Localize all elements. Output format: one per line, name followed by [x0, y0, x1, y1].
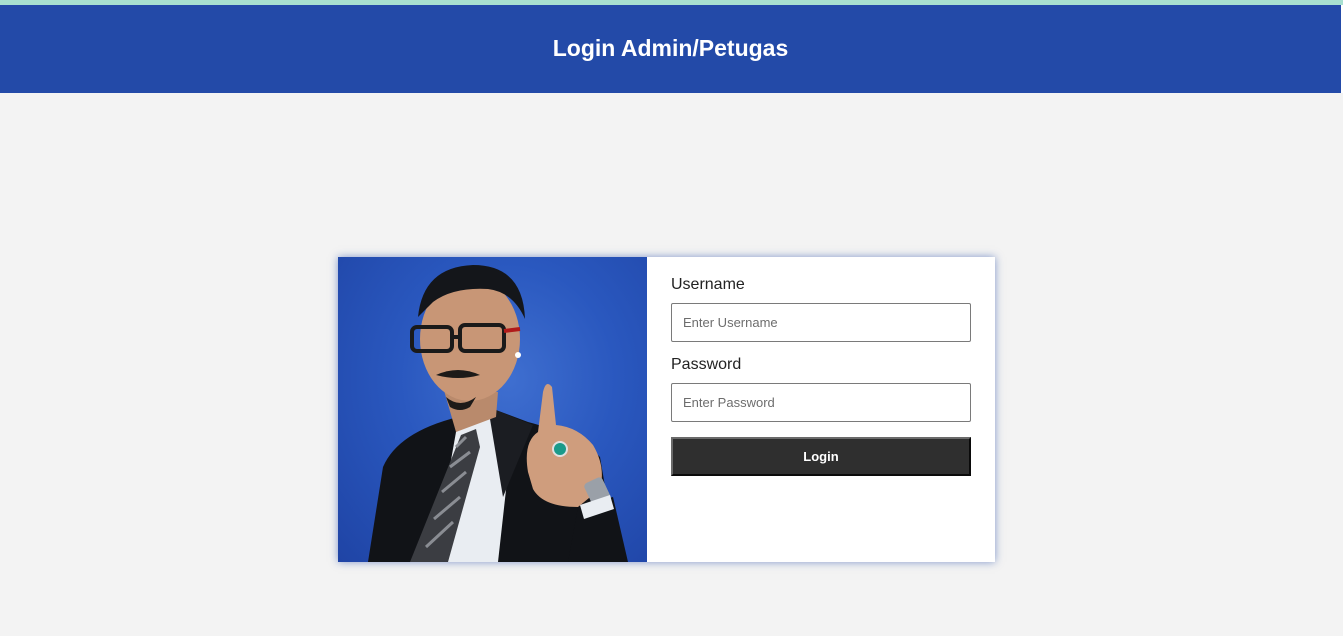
- page-title: Login Admin/Petugas: [552, 34, 789, 61]
- page-header: Login Admin/Petugas: [0, 5, 1341, 93]
- login-form: Username Password Login: [647, 257, 995, 562]
- person-photo: [338, 257, 647, 562]
- login-button[interactable]: Login: [671, 437, 971, 476]
- login-card: Username Password Login: [338, 257, 995, 562]
- username-input[interactable]: [671, 303, 971, 342]
- password-input[interactable]: [671, 383, 971, 422]
- username-label: Username: [671, 276, 745, 293]
- person-photo-illustration: [368, 265, 628, 562]
- password-label: Password: [671, 356, 742, 373]
